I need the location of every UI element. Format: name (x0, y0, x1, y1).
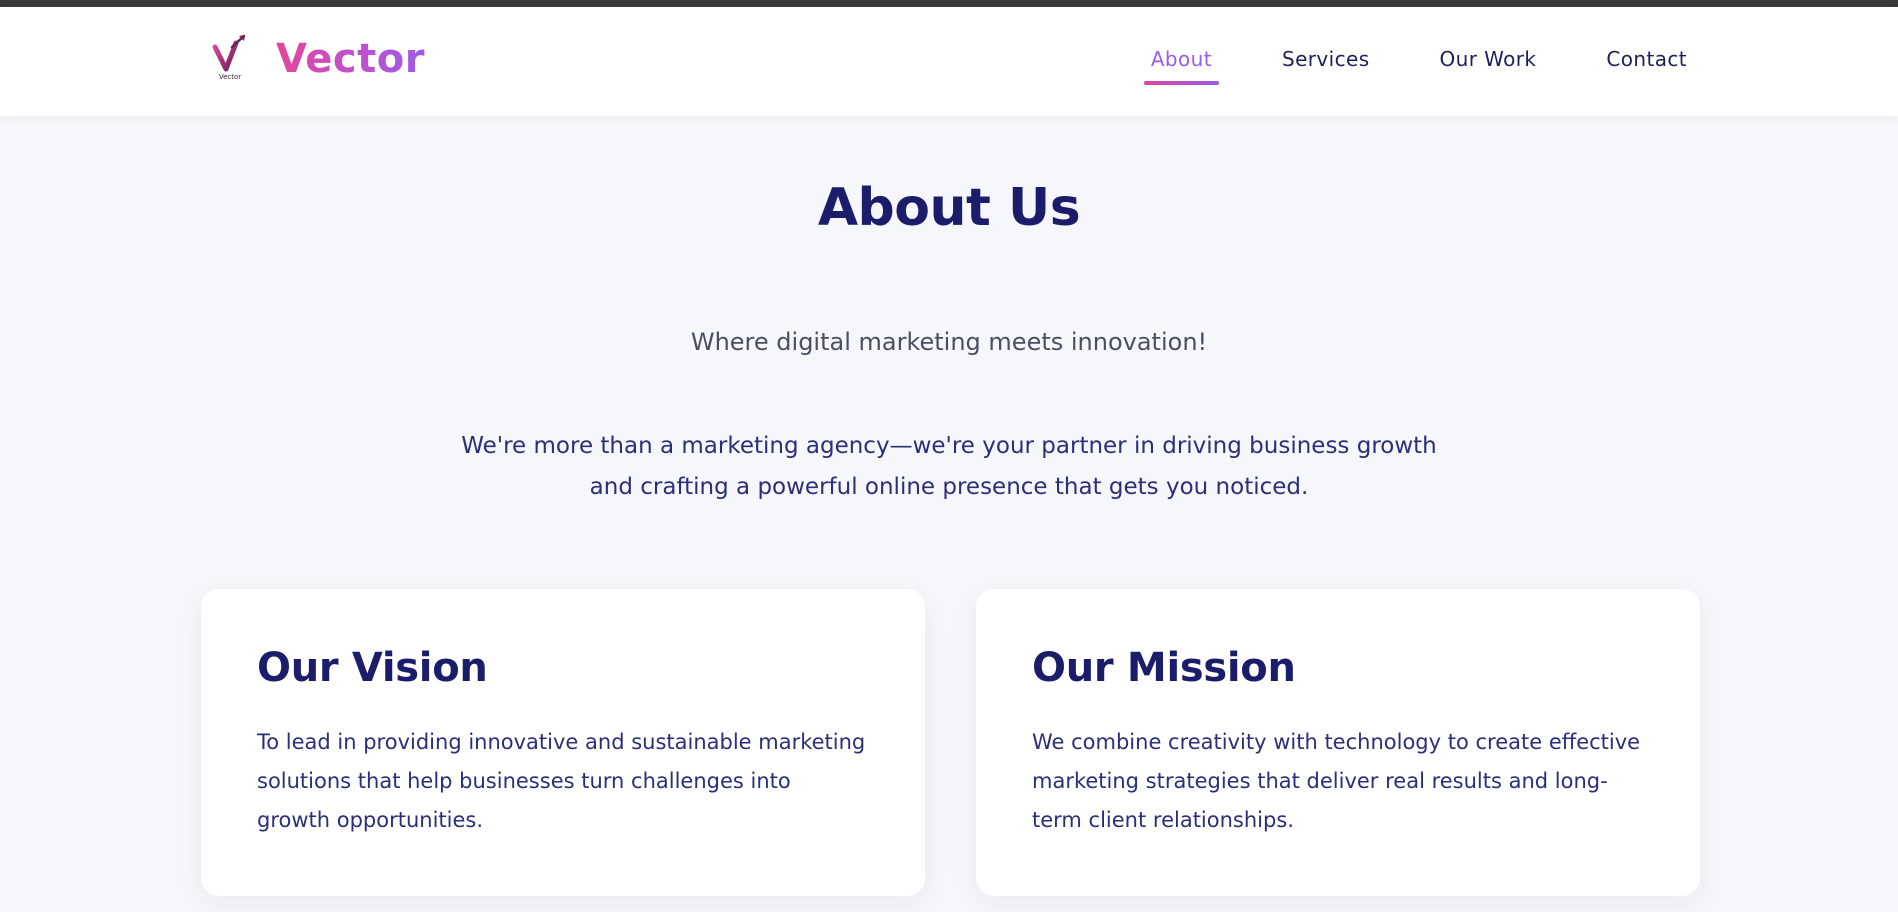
vector-logo-icon: Vector (212, 34, 246, 81)
nav-item-label: Our Work (1439, 47, 1537, 71)
nav-item-services[interactable]: Services (1275, 47, 1377, 71)
mission-text: We combine creativity with technology to… (1032, 730, 1641, 832)
vision-card: Our Vision To lead in providing innovati… (201, 589, 925, 896)
active-nav-underline (1143, 81, 1219, 85)
about-intro: We're more than a marketing agency—we're… (461, 433, 1437, 500)
nav-item-label: About (1150, 47, 1212, 71)
nav-item-label: Services (1281, 47, 1370, 71)
main-nav: About Services Our Work Contact (1143, 47, 1694, 85)
nav-item-contact[interactable]: Contact (1599, 47, 1694, 71)
brand-logo[interactable]: Vector Vector (210, 33, 425, 85)
nav-item-about[interactable]: About (1143, 47, 1219, 85)
nav-item-our-work[interactable]: Our Work (1433, 47, 1544, 71)
mission-title: Our Mission (1032, 645, 1296, 691)
vision-title: Our Vision (257, 645, 488, 691)
site-header: Vector Vector About Services Our Work Co… (0, 7, 1898, 116)
browser-top-strip (0, 0, 1898, 7)
vision-text: To lead in providing innovative and sust… (257, 730, 866, 832)
mission-card: Our Mission We combine creativity with t… (976, 589, 1700, 896)
brand-name: Vector (276, 36, 425, 82)
logo-caption: Vector (219, 73, 241, 81)
about-tagline: Where digital marketing meets innovation… (690, 328, 1208, 356)
nav-item-label: Contact (1606, 47, 1687, 71)
page-title: About Us (817, 178, 1081, 238)
